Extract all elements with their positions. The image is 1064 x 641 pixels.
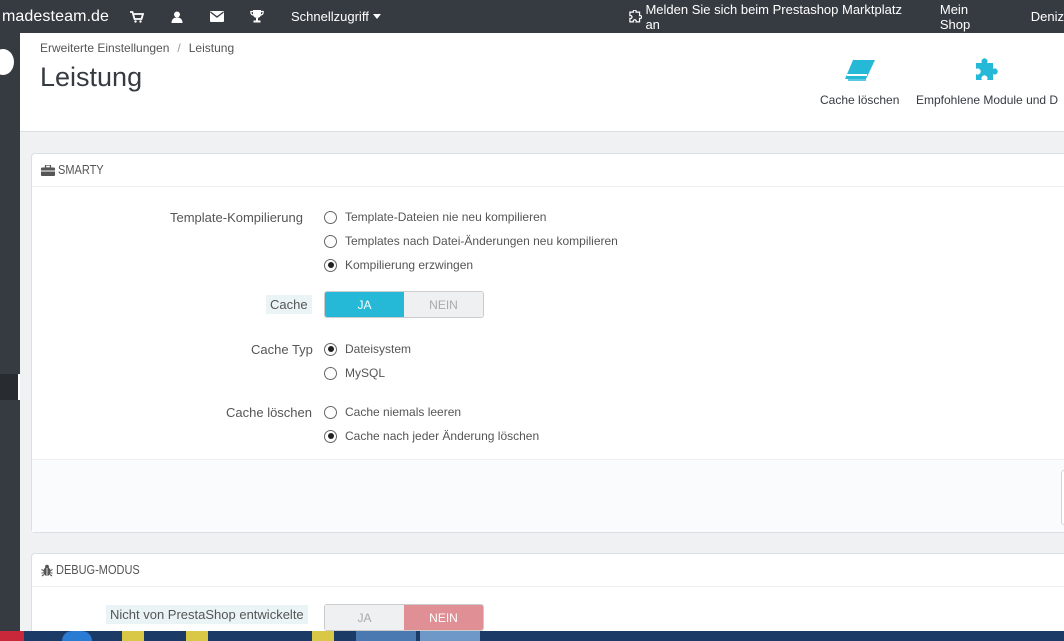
cache-mysql-label: MySQL (345, 366, 386, 380)
breadcrumb-separator: / (177, 41, 181, 55)
cache-no-option[interactable]: NEIN (404, 292, 483, 317)
sidebar (0, 33, 20, 641)
envelope-icon[interactable] (197, 0, 237, 33)
os-taskbar (0, 631, 1064, 641)
cache-never-clear-label: Cache niemals leeren (345, 405, 462, 419)
smarty-panel-footer (32, 459, 1064, 532)
cache-never-clear-radio[interactable] (324, 405, 337, 419)
clear-cache-setting-label: Cache löschen (226, 405, 312, 420)
eraser-icon (820, 55, 899, 85)
cache-clear-on-change-label: Cache nach jeder Änderung löschen (345, 429, 540, 443)
cache-clear-on-change-radio[interactable] (324, 429, 337, 443)
compile-force-option[interactable]: Kompilierung erzwingen (324, 258, 473, 272)
cache-yes-option[interactable]: JA (325, 292, 404, 317)
clear-cache-label: Cache löschen (820, 93, 900, 107)
cache-label: Cache (266, 295, 312, 314)
puzzle-icon (916, 55, 1058, 85)
compile-on-change-label: Templates nach Datei-Änderungen neu komp… (345, 234, 618, 248)
page-header: Erweiterte Einstellungen / Leistung Leis… (20, 33, 1064, 132)
compile-force-radio[interactable] (324, 258, 337, 272)
smarty-heading: SMARTY (58, 163, 104, 177)
quick-access-dropdown[interactable]: Schnellzugriff (291, 9, 381, 24)
taskbar-app-icon[interactable] (62, 631, 92, 641)
cache-clear-on-change-option[interactable]: Cache nach jeder Änderung löschen (324, 429, 539, 443)
cache-mysql-option[interactable]: MySQL (324, 366, 385, 380)
cart-icon[interactable] (117, 0, 157, 33)
recommended-modules-label: Empfohlene Module und D (916, 93, 1059, 107)
recommended-modules-button[interactable]: Empfohlene Module und D (916, 55, 1058, 107)
taskbar-folder-icon[interactable] (122, 631, 144, 641)
debug-panel: DEBUG-MODUS Nicht von PrestaShop entwick… (31, 553, 1064, 641)
cache-toggle[interactable]: JA NEIN (324, 291, 484, 318)
cache-filesystem-radio[interactable] (324, 342, 337, 356)
cache-filesystem-option[interactable]: Dateisystem (324, 342, 411, 356)
smarty-panel: SMARTY Template-Kompilierung Template-Da… (31, 153, 1064, 533)
compile-force-label: Kompilierung erzwingen (345, 258, 474, 272)
taskbar-window-button[interactable] (420, 631, 480, 641)
clear-cache-button[interactable]: Cache löschen (820, 55, 899, 107)
cache-filesystem-label: Dateisystem (345, 342, 412, 356)
debug-heading: DEBUG-MODUS (56, 563, 140, 577)
briefcase-icon (41, 164, 55, 176)
taskbar-window-button[interactable] (356, 631, 416, 641)
puzzle-link-icon (629, 9, 643, 22)
breadcrumb: Erweiterte Einstellungen / Leistung (40, 41, 234, 55)
addons-login-link[interactable]: Melden Sie sich beim Prestashop Marktpla… (628, 2, 910, 32)
breadcrumb-current: Leistung (188, 41, 235, 55)
non-prestashop-label: Nicht von PrestaShop entwickelte (106, 605, 308, 624)
cache-mysql-radio[interactable] (324, 366, 337, 380)
compile-never-radio[interactable] (324, 210, 337, 224)
taskbar-start-icon[interactable] (0, 631, 24, 641)
non-prestashop-yes-option[interactable]: JA (325, 605, 404, 630)
page-title: Leistung (40, 62, 143, 92)
sidebar-avatar[interactable] (0, 49, 14, 75)
compile-on-change-option[interactable]: Templates nach Datei-Änderungen neu komp… (324, 234, 618, 248)
compile-never-label: Template-Dateien nie neu kompilieren (345, 210, 547, 224)
shop-name-link[interactable]: madesteam.de (2, 8, 117, 26)
taskbar-folder-icon[interactable] (186, 631, 208, 641)
user-icon[interactable] (157, 0, 197, 33)
trophy-icon[interactable] (237, 0, 277, 33)
non-prestashop-no-option[interactable]: NEIN (404, 605, 483, 630)
caret-down-icon (372, 14, 381, 19)
topbar-right: Melden Sie sich beim Prestashop Marktpla… (628, 0, 1064, 33)
compile-on-change-radio[interactable] (324, 234, 337, 248)
addons-login-label: Melden Sie sich beim Prestashop Marktpla… (645, 1, 902, 32)
quick-access-label: Schnellzugriff (291, 9, 369, 24)
taskbar-folder-icon[interactable] (312, 631, 334, 641)
cache-never-clear-option[interactable]: Cache niemals leeren (324, 405, 461, 419)
user-menu[interactable]: Deniz (1031, 9, 1064, 24)
bug-icon (41, 564, 53, 576)
top-navbar: madesteam.de Schnellzugriff Melden Sie s… (0, 0, 1064, 33)
my-shop-link[interactable]: Mein Shop (940, 2, 1000, 32)
debug-panel-heading: DEBUG-MODUS (32, 554, 1064, 587)
breadcrumb-parent[interactable]: Erweiterte Einstellungen (40, 41, 169, 55)
cache-type-label: Cache Typ (251, 342, 313, 357)
non-prestashop-toggle[interactable]: JA NEIN (324, 604, 484, 631)
compile-never-option[interactable]: Template-Dateien nie neu kompilieren (324, 210, 546, 224)
smarty-panel-heading: SMARTY (32, 154, 1064, 187)
sidebar-active-item[interactable] (0, 374, 20, 400)
template-compilation-label: Template-Kompilierung (170, 210, 303, 225)
